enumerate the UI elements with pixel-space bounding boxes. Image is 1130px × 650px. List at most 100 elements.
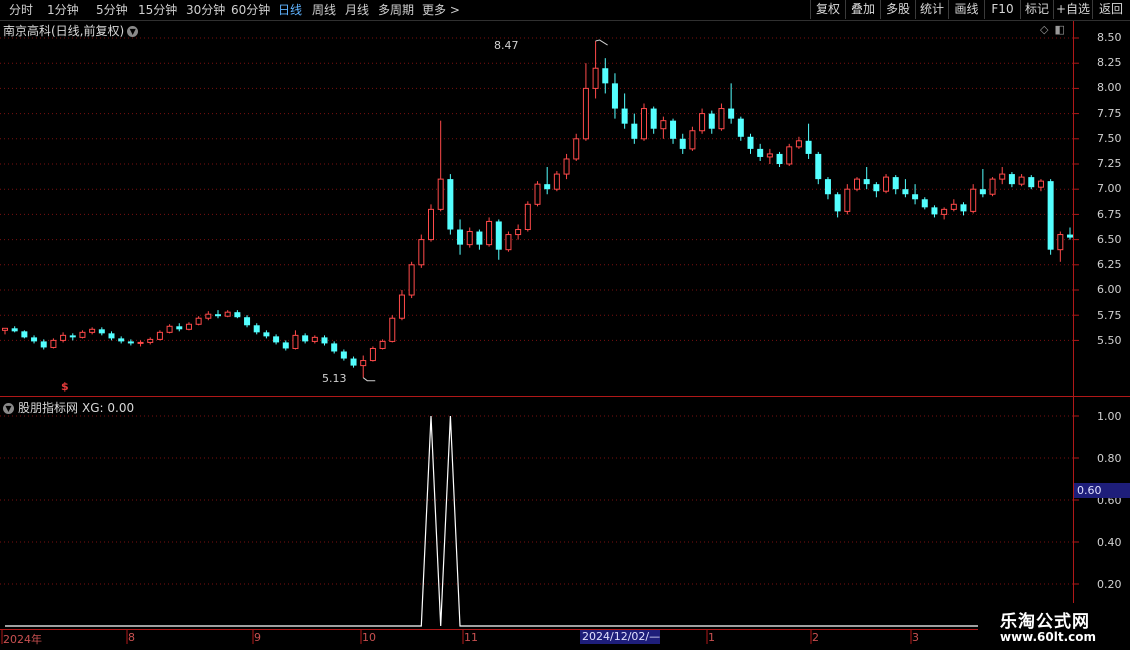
candle-body (834, 194, 841, 212)
y-tick-label: 7.00 (1097, 182, 1122, 195)
candle-body (1037, 180, 1044, 188)
candle-body (631, 123, 638, 139)
x-axis-label: 8 (128, 631, 135, 644)
candle-body (747, 136, 754, 149)
candle-body (641, 108, 647, 140)
candle-body (1067, 234, 1073, 238)
candle-body (195, 317, 202, 325)
candle-body (292, 334, 299, 349)
candle-body (912, 194, 919, 200)
candle-body (970, 188, 977, 212)
candle-body (311, 336, 318, 342)
candle-body (360, 360, 367, 367)
candle-body (844, 188, 851, 212)
low-arrow (362, 377, 376, 382)
candle-body (79, 331, 86, 338)
candle-body (263, 332, 270, 337)
candle-body (592, 67, 599, 89)
candle-body (69, 335, 76, 338)
event-mark[interactable]: $ (61, 380, 69, 393)
candle-body (795, 140, 802, 148)
y-tick-label: 7.75 (1097, 107, 1122, 120)
candle-body (737, 118, 744, 137)
high-arrow (595, 39, 608, 46)
watermark-url: www.60lt.com (1000, 630, 1097, 644)
candle-body (573, 138, 580, 160)
candle-body (931, 207, 938, 215)
candle-body (350, 358, 357, 366)
candle-body (98, 329, 105, 334)
candle-body (989, 178, 996, 195)
candle-body (524, 203, 531, 231)
candle-body (118, 338, 125, 342)
x-axis-label: 3 (912, 631, 919, 644)
y-tick-label: 5.75 (1097, 309, 1122, 322)
candle-body (699, 113, 706, 132)
candle-body (1047, 181, 1054, 250)
candle-body (728, 108, 735, 119)
candle-body (244, 317, 251, 326)
indicator-line (5, 415, 1080, 627)
candle-body (757, 148, 764, 157)
candle-body (476, 231, 483, 245)
candle-body (379, 340, 386, 349)
candle-body (563, 158, 570, 175)
x-axis-label: 11 (464, 631, 478, 644)
candle-body (660, 120, 667, 130)
candle-body (253, 325, 260, 333)
candle-body (611, 83, 618, 109)
candle-body (398, 294, 405, 319)
indicator-y-tick: 0.80 (1097, 452, 1122, 465)
y-tick-label: 8.00 (1097, 81, 1122, 94)
y-tick-label: 6.00 (1097, 283, 1122, 296)
candle-body (11, 328, 18, 332)
candle-body (805, 140, 812, 154)
indicator-title[interactable]: ▼ 股朋指标网 XG: 0.00 (3, 399, 134, 416)
y-tick-label: 7.50 (1097, 132, 1122, 145)
y-tick-label: 6.50 (1097, 233, 1122, 246)
candle-body (89, 328, 96, 333)
candle-body (941, 208, 948, 215)
candle-body (621, 108, 628, 124)
candle-body (447, 179, 454, 230)
candle-body (515, 229, 522, 236)
candle-body (2, 327, 8, 331)
candle-body (389, 317, 396, 342)
candle-body (708, 113, 715, 129)
site-watermark: 乐淘公式网 www.60lt.com (978, 603, 1130, 650)
candle-body (670, 120, 677, 139)
y-tick-label: 7.25 (1097, 157, 1122, 170)
candle-body (950, 203, 957, 210)
candle-body (960, 204, 967, 212)
y-cursor-value: 0.60 (1074, 483, 1130, 498)
candle-body (679, 138, 686, 149)
indicator-value: XG: 0.00 (82, 401, 135, 415)
candle-body (176, 326, 183, 330)
candle-body (883, 176, 890, 192)
candle-body (553, 173, 560, 190)
candle-body (137, 341, 144, 344)
kline-chart[interactable] (0, 0, 1130, 650)
candle-body (1028, 177, 1035, 188)
candle-body (505, 234, 512, 251)
candle-body (428, 208, 434, 241)
candle-body (863, 179, 870, 185)
y-tick-label: 8.50 (1097, 31, 1122, 44)
candle-body (40, 341, 47, 348)
y-tick-label: 5.50 (1097, 334, 1122, 347)
chevron-down-icon[interactable]: ▼ (3, 403, 14, 414)
candle-body (215, 314, 221, 317)
candle-body (786, 146, 793, 165)
candle-body (418, 239, 425, 266)
candle-body (873, 184, 880, 192)
candle-body (321, 337, 328, 344)
y-tick-label: 8.25 (1097, 56, 1122, 69)
candle-body (147, 338, 154, 343)
candle-body (50, 339, 57, 348)
candle-body (224, 311, 231, 317)
x-axis-label: 1 (708, 631, 715, 644)
candle-body (127, 341, 134, 344)
candle-body (1057, 234, 1064, 251)
low-price-label: 5.13 (322, 372, 347, 385)
y-tick-label: 6.25 (1097, 258, 1122, 271)
